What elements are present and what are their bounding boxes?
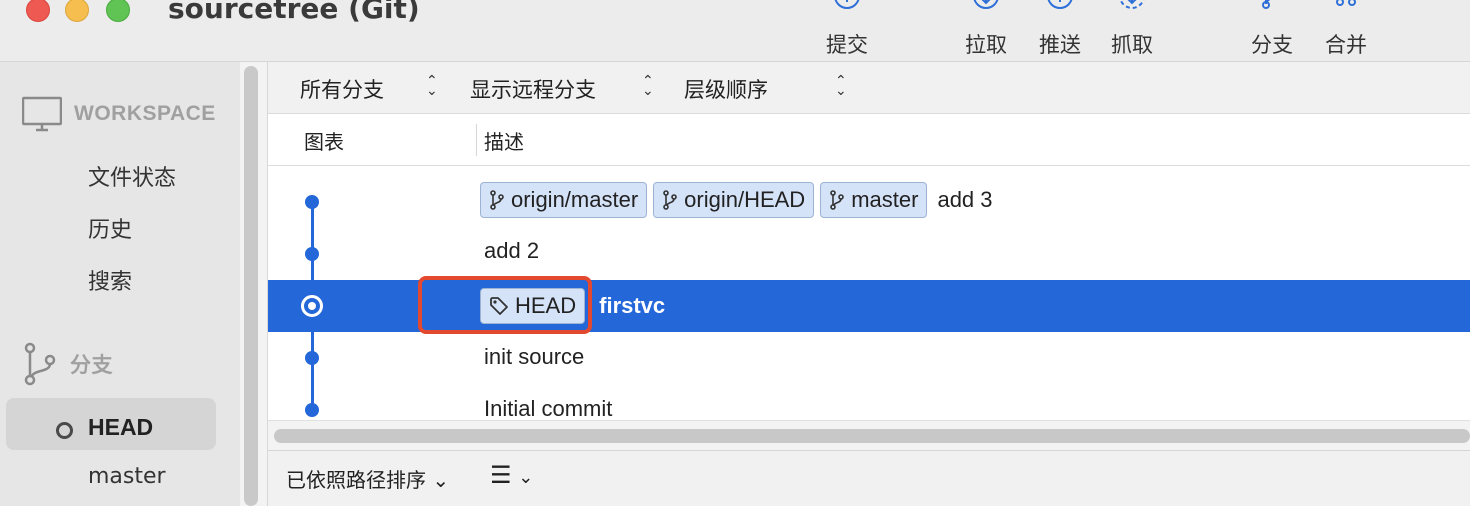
commit-button[interactable]: 提交: [818, 0, 876, 62]
list-icon: ☰: [490, 462, 512, 489]
remote-branch-filter-select[interactable]: 显示远程分支: [470, 74, 596, 104]
horizontal-scrollbar-thumb[interactable]: [274, 429, 1470, 443]
branch-button[interactable]: 分支: [1244, 0, 1300, 62]
commit-node: [305, 195, 319, 209]
fetch-button[interactable]: 抓取: [1104, 0, 1160, 62]
commit-node: [305, 351, 319, 365]
list-view-dropdown[interactable]: ☰ ⌄: [490, 461, 533, 490]
order-select[interactable]: 层级顺序: [684, 74, 768, 104]
column-graph[interactable]: 图表: [304, 126, 344, 155]
branch-ref-label: master: [820, 182, 928, 218]
branch-filter-select[interactable]: 所有分支: [300, 74, 384, 104]
sidebar-item-search[interactable]: 搜索: [88, 264, 132, 296]
chevron-down-icon: ⌄: [518, 467, 534, 487]
column-divider[interactable]: [476, 124, 477, 156]
minimize-window-button[interactable]: [65, 0, 89, 22]
commit-message: add 2: [484, 238, 540, 263]
workspace-section-header[interactable]: WORKSPACE: [22, 96, 216, 132]
arrow-up-circle-icon: [1047, 0, 1073, 9]
sort-by-path-dropdown[interactable]: 已依照路径排序 ⌄: [286, 464, 449, 493]
updown-chevron-icon: ⌃ ⌄: [426, 72, 438, 98]
sidebar: WORKSPACE 文件状态 历史 搜索 分支 HEAD master: [0, 62, 240, 506]
plus-circle-icon: [834, 0, 860, 9]
maximize-window-button[interactable]: [106, 0, 130, 22]
commit-node: [305, 403, 319, 417]
commit-message: add 3: [937, 187, 993, 212]
sidebar-item-file-status[interactable]: 文件状态: [88, 160, 176, 192]
current-branch-indicator-icon: [56, 422, 73, 439]
file-list-toolbar: 已依照路径排序 ⌄ ☰ ⌄: [268, 450, 1470, 506]
commit-message: firstvc: [599, 293, 666, 318]
branch-icon: [663, 190, 677, 210]
sidebar-item-master[interactable]: master: [88, 464, 166, 489]
commit-row[interactable]: add 2: [268, 226, 1470, 278]
head-commit-node: [301, 295, 323, 317]
updown-chevron-icon: ⌃ ⌄: [642, 72, 654, 98]
filter-bar: 所有分支 ⌃ ⌄ 显示远程分支 ⌃ ⌄ 层级顺序 ⌃ ⌄: [268, 62, 1470, 114]
merge-icon: [1336, 0, 1356, 6]
horizontal-scrollbar[interactable]: [268, 420, 1470, 450]
toolbar: sourcetree (Git) 提交 拉取 推送 抓取 分支 合并: [0, 0, 1470, 62]
branch-ref-label: origin/master: [480, 182, 648, 218]
branch-icon: [1262, 0, 1271, 9]
branches-section-header[interactable]: 分支: [22, 342, 113, 386]
pull-button[interactable]: 拉取: [958, 0, 1014, 62]
commit-row[interactable]: init source: [268, 332, 1470, 384]
sidebar-scrollbar[interactable]: [244, 66, 258, 506]
branch-icon: [24, 342, 56, 386]
commit-message: init source: [484, 344, 585, 369]
push-button[interactable]: 推送: [1032, 0, 1088, 62]
column-description[interactable]: 描述: [484, 126, 524, 155]
sidebar-item-history[interactable]: 历史: [88, 212, 132, 244]
branch-icon: [490, 190, 504, 210]
merge-button[interactable]: 合并: [1318, 0, 1374, 62]
monitor-icon: [22, 96, 62, 132]
updown-chevron-icon: ⌃ ⌄: [835, 72, 847, 98]
commit-message: Initial commit: [484, 396, 613, 421]
branch-ref-label: origin/HEAD: [653, 182, 815, 218]
close-window-button[interactable]: [26, 0, 50, 22]
branch-head-label: HEAD: [88, 414, 154, 440]
arrow-down-circle-icon: [973, 0, 999, 9]
branch-icon: [830, 190, 845, 210]
column-header: 图表 描述: [268, 114, 1470, 166]
commit-node: [305, 247, 319, 261]
window-title: sourcetree (Git): [168, 0, 420, 25]
commit-row[interactable]: origin/master origin/HEAD master add 3: [268, 174, 1470, 226]
annotation-highlight-box: [418, 276, 592, 334]
fetch-circle-icon: [1119, 0, 1145, 9]
